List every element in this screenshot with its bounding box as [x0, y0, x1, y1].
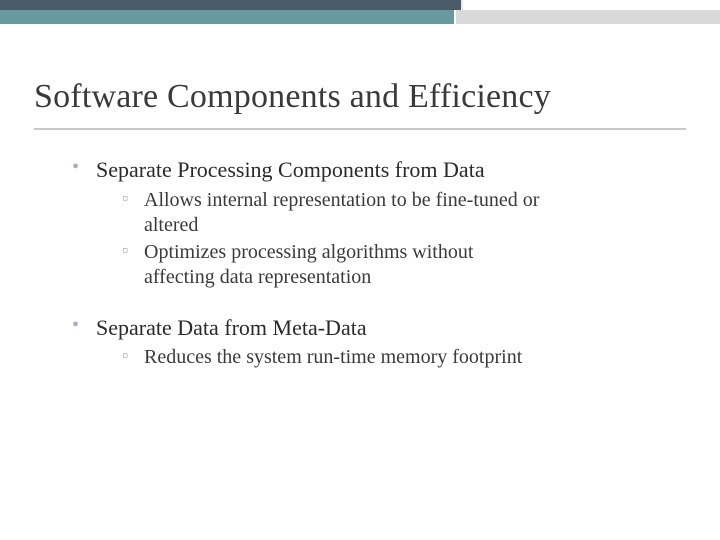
bar-teal-segment [0, 10, 454, 24]
list-item: Separate Processing Components from Data… [72, 156, 686, 290]
slide: Software Components and Efficiency Separ… [0, 0, 720, 540]
bar-white-segment [463, 0, 720, 10]
list-item: Optimizes processing algorithms without … [122, 240, 542, 290]
bullet-list: Separate Processing Components from Data… [72, 156, 686, 370]
bar-grey-segment [456, 10, 720, 24]
bar-dark-segment [0, 0, 461, 10]
header-bar-top [0, 0, 720, 10]
list-item: Allows internal representation to be fin… [122, 188, 542, 238]
header-bar-bottom [0, 10, 720, 24]
sub-bullet-list: Allows internal representation to be fin… [122, 188, 542, 290]
header-bars [0, 0, 720, 24]
sub-bullet-list: Reduces the system run-time memory footp… [122, 345, 542, 370]
content-area: Software Components and Efficiency Separ… [34, 78, 686, 394]
list-item: Separate Data from Meta-Data Reduces the… [72, 314, 686, 371]
title-underline [34, 128, 686, 130]
bullet-text: Separate Processing Components from Data [96, 157, 485, 182]
bullet-text: Separate Data from Meta-Data [96, 315, 367, 340]
list-item: Reduces the system run-time memory footp… [122, 345, 542, 370]
slide-title: Software Components and Efficiency [34, 78, 686, 116]
